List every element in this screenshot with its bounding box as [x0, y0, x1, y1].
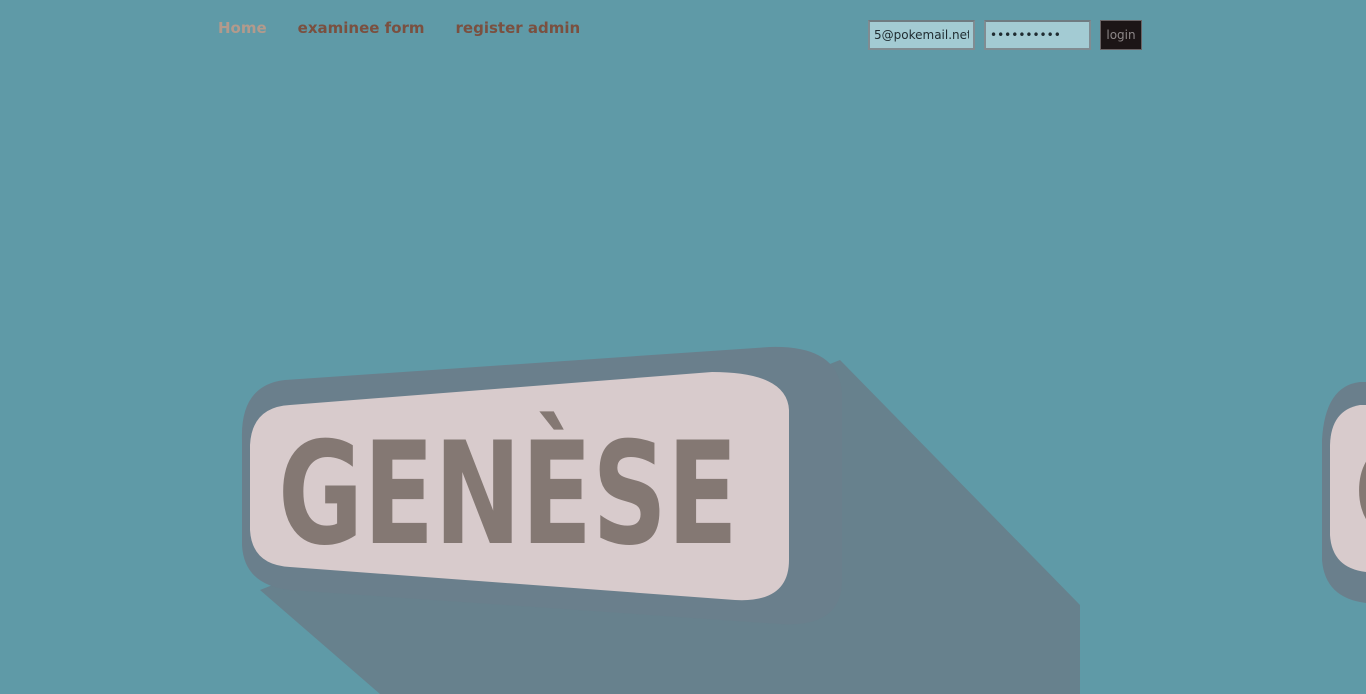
banner-logo-text: GENÈSE	[278, 410, 738, 577]
nav-register-admin-link[interactable]: register admin	[456, 19, 581, 37]
genese-banner: GENÈSE G	[241, 346, 1366, 694]
nav-home-link[interactable]: Home	[218, 19, 267, 37]
password-field[interactable]	[984, 20, 1091, 50]
email-field[interactable]	[868, 20, 975, 50]
login-form: login	[868, 20, 1142, 50]
top-nav: Home examinee form register admin	[218, 19, 580, 37]
login-button[interactable]: login	[1100, 20, 1142, 50]
nav-examinee-form-link[interactable]: examinee form	[298, 19, 425, 37]
page: GENÈSE G Home examinee form register adm…	[0, 0, 1366, 694]
banner-partial-logo-text: G	[1352, 411, 1366, 576]
